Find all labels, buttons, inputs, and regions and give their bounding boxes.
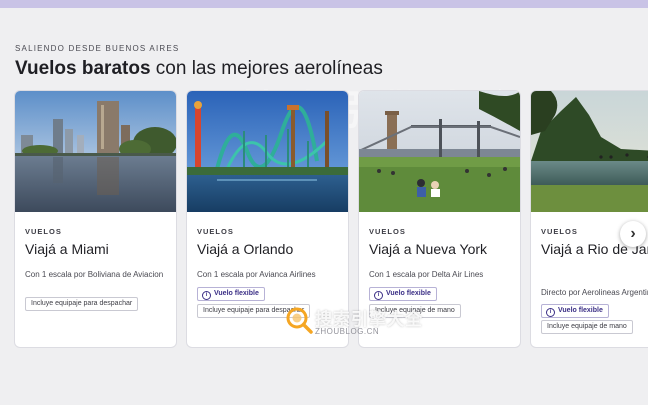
section-title: Vuelos baratos con las mejores aerolínea… (15, 58, 383, 80)
card-route-description: Con 1 escala por Delta Air Lines (369, 270, 484, 279)
flexible-flight-badge: i Vuelo flexible (197, 287, 265, 301)
section-title-rest: con las mejores aerolíneas (150, 58, 383, 79)
carousel-next-button[interactable]: › (620, 221, 646, 247)
top-accent-bar (0, 0, 648, 8)
orlando-rollercoaster-image (187, 91, 348, 212)
card-category-label: VUELOS (541, 227, 578, 236)
rio-lagoon-image (531, 91, 648, 212)
card-destination-title[interactable]: Viajá a Nueva York (369, 241, 517, 258)
card-destination-title[interactable]: Viajá a Orlando (197, 241, 345, 258)
card-route-description: Con 1 escala por Boliviana de Aviacion (25, 270, 164, 279)
info-icon: i (374, 291, 383, 300)
flexible-flight-badge: i Vuelo flexible (541, 304, 609, 318)
card-category-label: VUELOS (369, 227, 406, 236)
card-photo-miami (15, 91, 176, 212)
chevron-right-icon: › (630, 225, 636, 242)
badge-label: Vuelo flexible (214, 290, 259, 297)
flight-card-miami[interactable]: VUELOS Viajá a Miami Con 1 escala por Bo… (14, 90, 177, 348)
card-destination-title[interactable]: Viajá a Miami (25, 241, 173, 258)
card-route-description: Con 1 escala por Avianca Airlines (197, 270, 316, 279)
section-title-bold: Vuelos baratos (15, 58, 151, 79)
card-category-label: VUELOS (25, 227, 62, 236)
site-watermark: 搜索引擎大全 ZHOUBLOG.CN (285, 303, 422, 343)
section-kicker: SALIENDO DESDE BUENOS AIRES (15, 44, 180, 53)
badge-label: Vuelo flexible (558, 307, 603, 314)
card-photo-nueva-york (359, 91, 520, 212)
miami-skyline-image (15, 91, 176, 212)
flight-card-rio-de-janeiro[interactable]: VUELOS Viajá a Rio de Janeiro Directo po… (530, 90, 648, 348)
card-category-label: VUELOS (197, 227, 234, 236)
baggage-chip: Incluye equipaje para despachar (25, 297, 139, 311)
new-york-park-image (359, 91, 520, 212)
card-photo-rio-de-janeiro (531, 91, 648, 212)
info-icon: i (546, 308, 555, 317)
magnifier-logo-icon (286, 307, 313, 334)
badge-label: Vuelo flexible (386, 290, 431, 297)
info-icon: i (202, 291, 211, 300)
baggage-chip: Incluye equipaje de mano (541, 320, 633, 334)
card-route-description: Directo por Aerolineas Argentinas (541, 288, 648, 297)
flexible-flight-badge: i Vuelo flexible (369, 287, 437, 301)
watermark-subtitle: ZHOUBLOG.CN (315, 327, 380, 336)
card-photo-orlando (187, 91, 348, 212)
